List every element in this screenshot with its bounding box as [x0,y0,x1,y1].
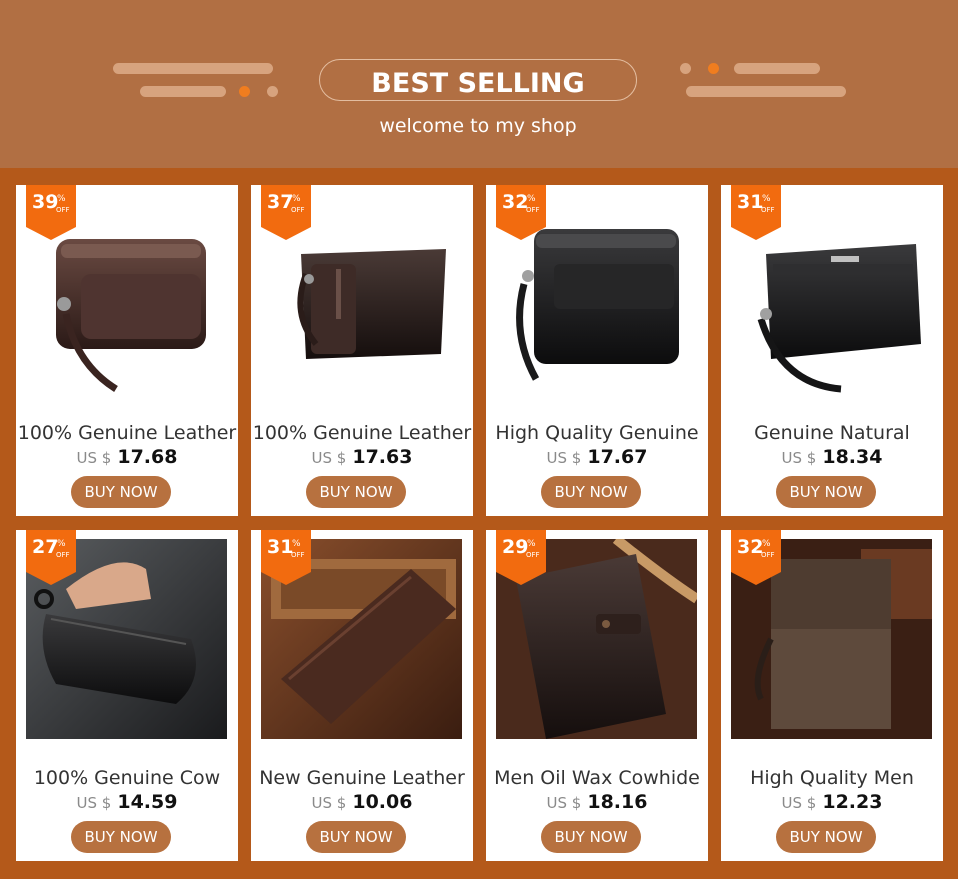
discount-badge: 29 % OFF [496,530,546,585]
product-card[interactable]: 31 % OFF New Genuine Leather US $ 10.06 B… [251,530,473,861]
price-row: US $ 17.67 [486,446,708,468]
price-value: 18.34 [822,446,883,468]
price-row: US $ 10.06 [251,791,473,813]
off-label: OFF [526,206,540,214]
percent-sign: % [527,194,536,204]
off-label: OFF [291,551,305,559]
product-card[interactable]: 29 % OFF Men Oil Wax Cowhide US $ 18.16 B… [486,530,708,861]
off-label: OFF [291,206,305,214]
product-card[interactable]: 31 % OFF Genuine Natural US $ 18.34 BUY N… [721,185,943,516]
discount-badge: 27 % OFF [26,530,76,585]
price-value: 12.23 [822,791,883,813]
decor-dot [708,63,719,74]
buy-now-button[interactable]: BUY NOW [71,476,171,508]
discount-value: 32 [502,191,529,213]
product-name[interactable]: 100% Genuine Leather [16,421,238,445]
discount-badge: 32 % OFF [731,530,781,585]
product-card[interactable]: 32 % OFF High Quality Men US $ 12.23 BUY … [721,530,943,861]
currency-label: US $ [76,449,112,467]
discount-badge: 37 % OFF [261,185,311,240]
off-label: OFF [761,206,775,214]
discount-value: 39 [32,191,59,213]
price-value: 17.68 [117,446,178,468]
price-value: 17.63 [352,446,413,468]
price-value: 17.67 [587,446,648,468]
decor-dot [680,63,691,74]
off-label: OFF [526,551,540,559]
discount-badge: 31 % OFF [261,530,311,585]
product-name[interactable]: 100% Genuine Cow [16,766,238,790]
discount-badge: 32 % OFF [496,185,546,240]
off-label: OFF [761,551,775,559]
product-card[interactable]: 32 % OFF High Quality Genuine US $17.67 … [486,185,708,516]
percent-sign: % [762,194,771,204]
buy-now-button[interactable]: BUY NOW [306,821,406,853]
product-name[interactable]: 100% Genuine Leather [251,421,473,445]
price-row: US $ 12.23 [721,791,943,813]
page-title: BEST SELLING [371,68,585,99]
product-card[interactable]: 37 % OFF 100% Genuine Leather US $17.63 … [251,185,473,516]
price-row: US $ 14.59 [16,791,238,813]
product-name[interactable]: Genuine Natural [721,421,943,445]
currency-label: US $ [781,794,817,812]
product-name[interactable]: Men Oil Wax Cowhide [486,766,708,790]
percent-sign: % [292,194,301,204]
currency-label: US $ [311,449,347,467]
buy-now-button[interactable]: BUY NOW [541,821,641,853]
percent-sign: % [762,539,771,549]
page-subtitle: welcome to my shop [379,115,577,137]
price-value: 18.16 [587,791,648,813]
price-row: US $ 17.68 [16,446,238,468]
discount-value: 27 [32,536,59,558]
decor-dot [239,86,250,97]
currency-label: US $ [546,794,582,812]
buy-now-button[interactable]: BUY NOW [541,476,641,508]
discount-value: 31 [737,191,764,213]
decor-dash [113,63,273,74]
discount-value: 29 [502,536,529,558]
percent-sign: % [57,539,66,549]
decor-dash [140,86,226,97]
product-name[interactable]: High Quality Genuine [486,421,708,445]
discount-value: 31 [267,536,294,558]
currency-label: US $ [781,449,817,467]
price-row: US $ 17.63 [251,446,473,468]
off-label: OFF [56,551,70,559]
buy-now-button[interactable]: BUY NOW [776,821,876,853]
discount-badge: 31 % OFF [731,185,781,240]
product-card[interactable]: 39 % OFF 100% Genuine Leather US $17.68 … [16,185,238,516]
buy-now-button[interactable]: BUY NOW [306,476,406,508]
price-value: 10.06 [352,791,413,813]
currency-label: US $ [76,794,112,812]
discount-value: 32 [737,536,764,558]
decor-dash [686,86,846,97]
off-label: OFF [56,206,70,214]
decor-dash [734,63,820,74]
buy-now-button[interactable]: BUY NOW [776,476,876,508]
percent-sign: % [57,194,66,204]
product-card[interactable]: 27 % OFF 100% Genuine Cow US $ 14.59 BUY … [16,530,238,861]
price-row: US $ 18.34 [721,446,943,468]
header-banner: BEST SELLING welcome to my shop [0,0,958,168]
buy-now-button[interactable]: BUY NOW [71,821,171,853]
percent-sign: % [292,539,301,549]
discount-badge: 39 % OFF [26,185,76,240]
product-name[interactable]: New Genuine Leather [251,766,473,790]
price-row: US $ 18.16 [486,791,708,813]
decor-dot [267,86,278,97]
product-name[interactable]: High Quality Men [721,766,943,790]
currency-label: US $ [311,794,347,812]
price-value: 14.59 [117,791,178,813]
discount-value: 37 [267,191,294,213]
currency-label: US $ [546,449,582,467]
percent-sign: % [527,539,536,549]
